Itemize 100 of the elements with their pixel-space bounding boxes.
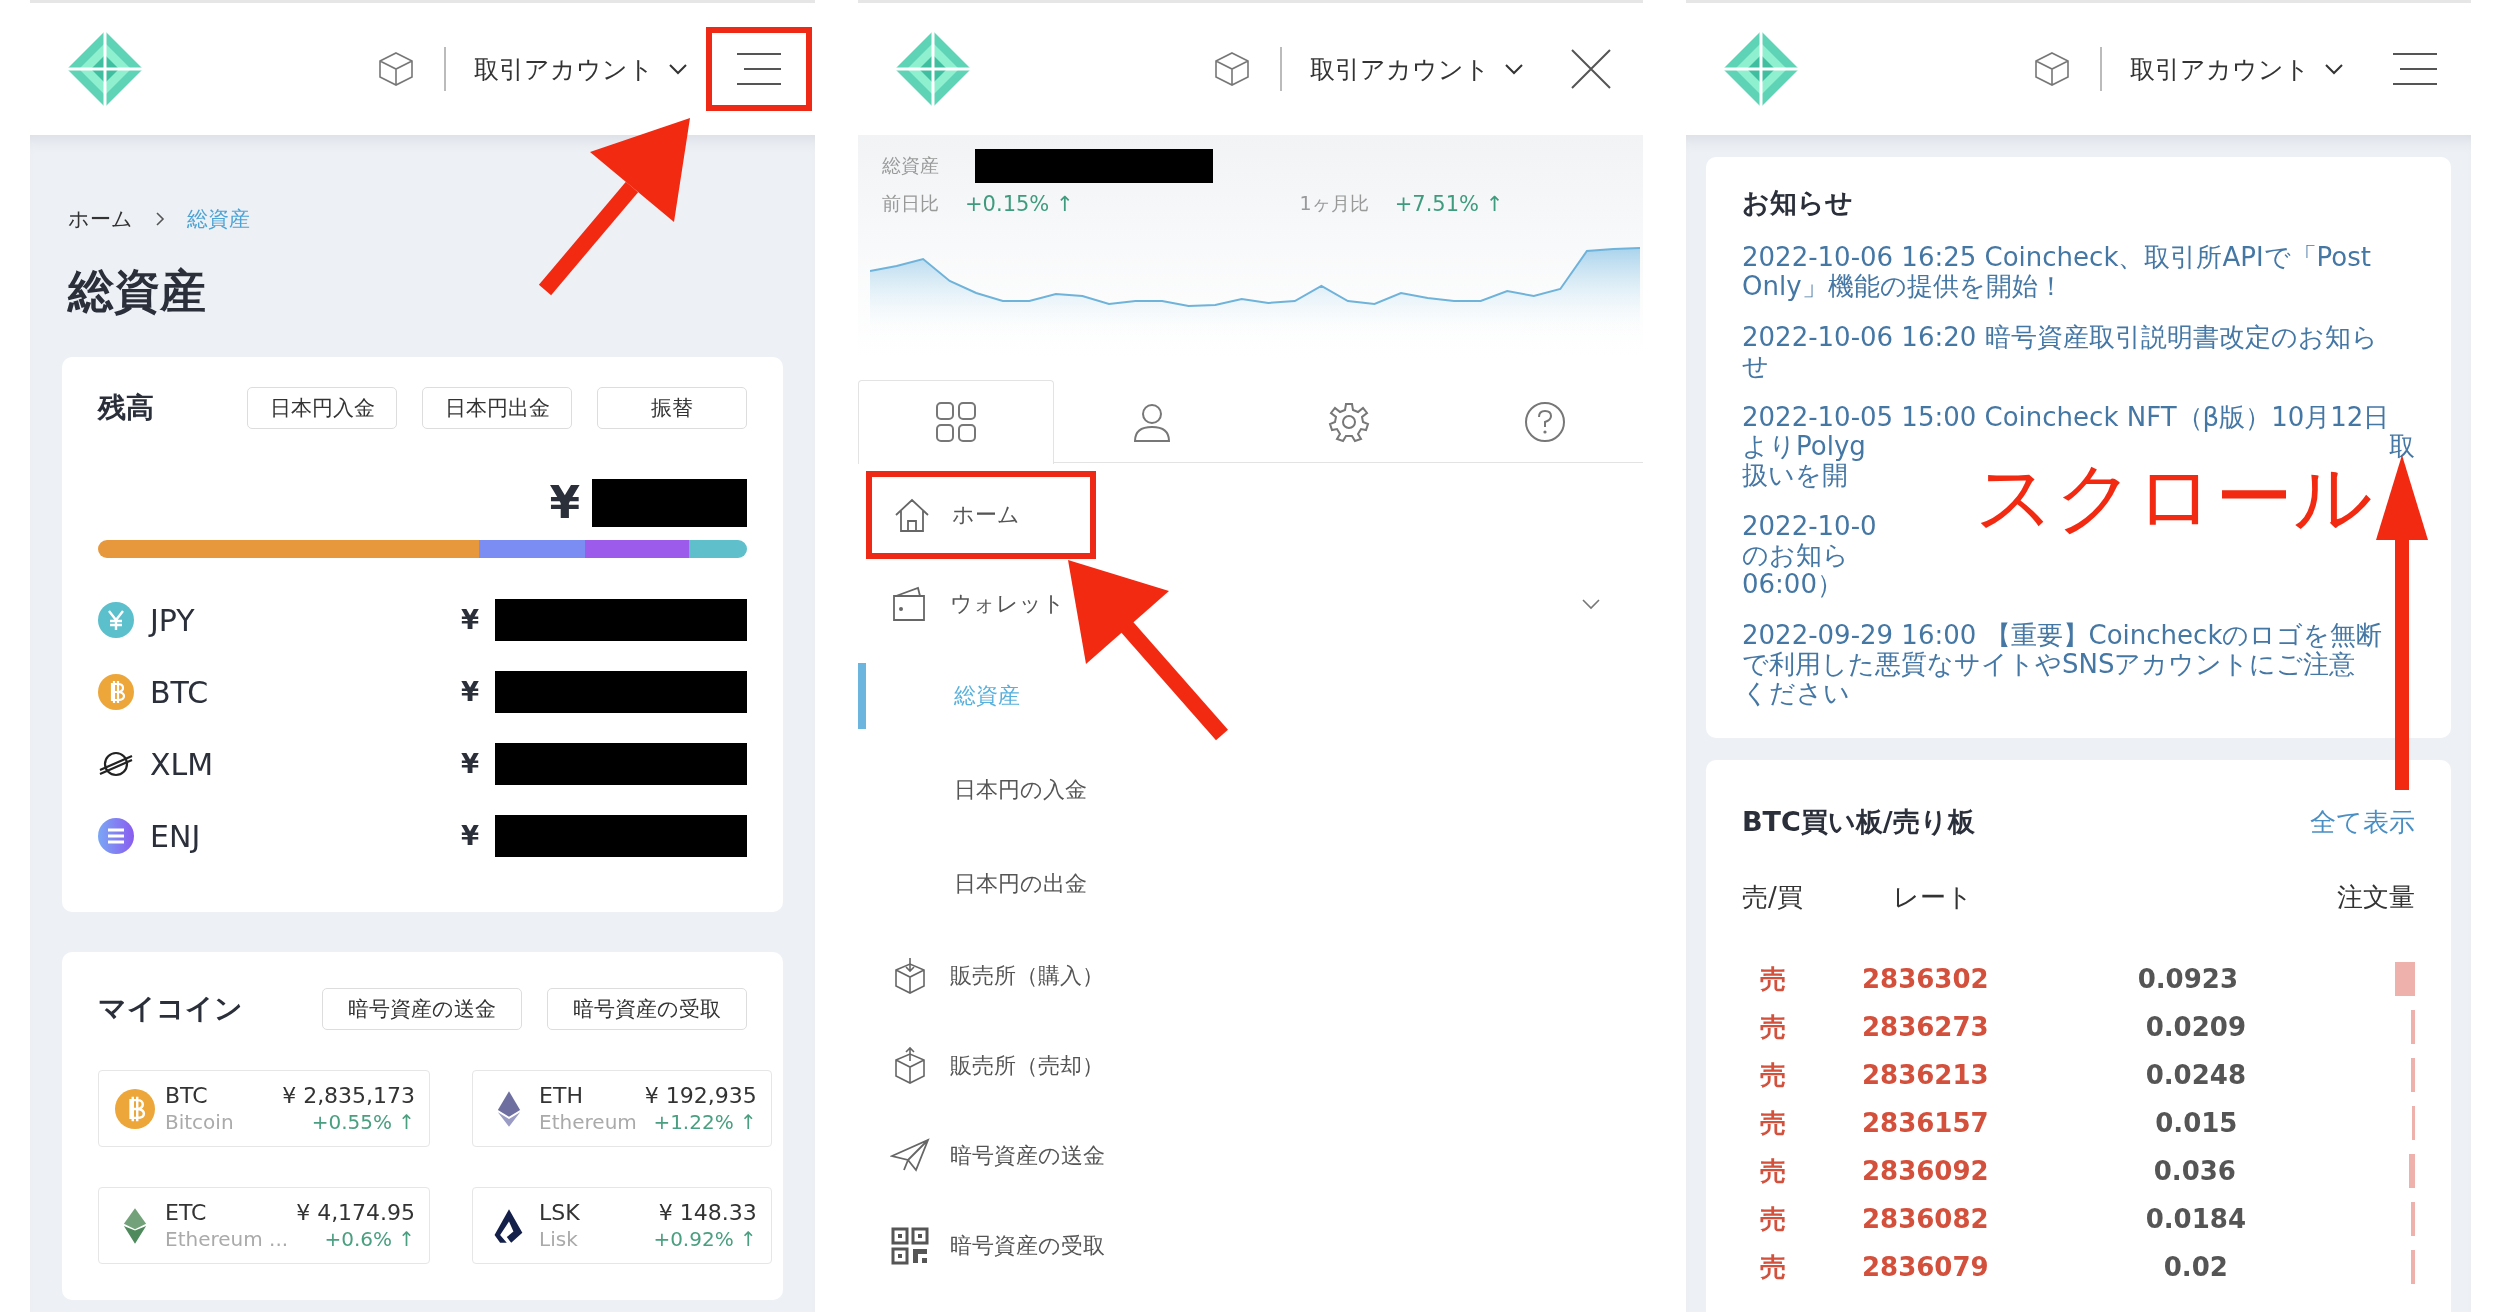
coin-name: Ethereum <box>539 1110 637 1134</box>
column-header: 注文量 <box>2337 881 2415 914</box>
notice-link[interactable]: よりPolyg <box>1742 432 1866 461</box>
chevron-right-icon <box>155 211 165 227</box>
help-icon <box>1523 400 1566 443</box>
coin-symbol: BTC <box>165 1083 209 1108</box>
cube-icon[interactable] <box>376 49 416 89</box>
enjin-icon <box>98 818 134 854</box>
table-cell: 2836092 <box>1862 1156 1989 1186</box>
page-title: 総資産 <box>68 263 207 320</box>
column-header: レート <box>1892 881 1973 914</box>
action-button[interactable]: 日本円入金 <box>247 387 397 429</box>
coin-price: ¥ 192,935 <box>644 1083 757 1108</box>
menu-icon <box>2390 51 2440 87</box>
notice-link[interactable]: 2022-10-06 16:25 Coincheck、取引所APIで「Post <box>1742 243 2371 272</box>
depth-bar <box>2411 1202 2415 1236</box>
notice-link[interactable]: のお知ら <box>1742 541 1849 570</box>
table-cell: 0.0209 <box>2145 1012 2246 1042</box>
menu-button[interactable] <box>706 27 812 111</box>
coin-price: ¥ 4,174.95 <box>296 1200 416 1225</box>
notice-link[interactable]: 2022-09-29 16:00 【重要】Coincheckのロゴを無断 <box>1742 621 2383 650</box>
yen-sign: ¥ <box>460 677 479 707</box>
notice-link[interactable]: 06:00） <box>1742 570 1843 599</box>
currency-symbol: BTC <box>150 674 210 710</box>
coin-price: ¥ 148.33 <box>657 1200 757 1225</box>
notice-link[interactable]: せ <box>1742 352 1769 381</box>
coin-symbol: LSK <box>539 1200 580 1225</box>
table-cell-text: 売 <box>1759 1202 1787 1236</box>
action-button[interactable]: 日本円出金 <box>422 387 572 429</box>
qr-code-icon <box>890 1226 930 1266</box>
card-title: マイコイン <box>98 991 243 1027</box>
logo-icon <box>65 29 145 109</box>
icon-tab[interactable] <box>858 380 1055 464</box>
menu-item[interactable]: 販売所（売却） <box>858 1021 1643 1111</box>
table-cell: 0.0923 <box>2137 964 2238 994</box>
currency-symbol: JPY <box>150 602 196 638</box>
table-cell-text: 売 <box>1759 1010 1787 1044</box>
coin-tile[interactable]: BTC ¥ 2,835,173 Bitcoin +0.55% ↑ <box>98 1070 431 1147</box>
coin-tile[interactable]: ETC ¥ 4,174.95 Ethereum ... +0.6% ↑ <box>98 1187 431 1264</box>
table-cell: 0.02 <box>2163 1252 2228 1282</box>
coin-tile[interactable]: LSK ¥ 148.33 Lisk +0.92% ↑ <box>472 1187 772 1264</box>
bitcoin-icon <box>98 674 134 710</box>
cube-icon[interactable] <box>2032 49 2072 89</box>
notice-link[interactable]: 2022-10-0 <box>1742 512 1877 541</box>
submenu-item[interactable]: 日本円の入金 <box>858 743 1643 837</box>
account-dropdown[interactable]: 取引アカウント <box>2130 52 2344 86</box>
coin-price: ¥ 2,835,173 <box>281 1083 416 1108</box>
depth-bar <box>2395 962 2415 996</box>
notice-link[interactable]: 2022-10-05 15:00 Coincheck NFT（β版）10月12日 <box>1742 403 2390 432</box>
notice-link[interactable]: ください <box>1742 679 1850 708</box>
chevron-down-icon <box>1504 63 1524 75</box>
summary-label: 前日比 <box>882 191 939 216</box>
table-cell-text: 売 <box>1759 1106 1787 1140</box>
table-cell: 2836273 <box>1862 1012 1989 1042</box>
table-cell: 2836082 <box>1862 1204 1989 1234</box>
bitcoin-icon <box>115 1088 155 1129</box>
coin-name: Lisk <box>539 1227 579 1251</box>
menu-item[interactable]: 販売所（購入） <box>858 931 1643 1021</box>
action-button[interactable]: 振替 <box>597 387 747 429</box>
depth-bar <box>2411 1250 2415 1284</box>
menu-item[interactable]: 暗号資産の送金 <box>858 1111 1643 1201</box>
table-cell: 2836079 <box>1862 1252 1989 1282</box>
submenu-item[interactable]: 日本円の出金 <box>858 837 1643 931</box>
yen-sign: ¥ <box>460 605 479 635</box>
price-change: +0.6% ↑ <box>323 1227 416 1251</box>
notice-link[interactable]: Only」機能の提供を開始！ <box>1742 272 2064 301</box>
depth-bar <box>2409 1154 2415 1188</box>
chevron-down-icon <box>668 63 688 75</box>
notice-link[interactable]: 取 <box>2389 432 2415 461</box>
notice-link[interactable]: 2022-10-06 16:20 暗号資産取引説明書改定のお知ら <box>1742 323 2378 352</box>
action-button[interactable]: 暗号資産の受取 <box>547 988 747 1030</box>
card-title: お知らせ <box>1742 186 1854 220</box>
menu-item[interactable]: 暗号資産の受取 <box>858 1201 1643 1291</box>
currency-symbol: ENJ <box>150 818 202 854</box>
card-title: 残高 <box>98 390 154 426</box>
summary-label: 総資産 <box>882 153 939 178</box>
chevron-down-icon <box>2324 63 2344 75</box>
menu-item[interactable]: ウォレット <box>858 559 1643 649</box>
coin-name: Bitcoin <box>165 1110 234 1134</box>
price-change: +0.15% ↑ <box>965 192 1074 216</box>
notice-link[interactable]: 扱いを開 <box>1742 461 1848 490</box>
column-header: 売/買 <box>1742 881 1803 914</box>
table-cell-text: 売 <box>1759 1058 1787 1092</box>
logo-icon <box>1721 29 1801 109</box>
depth-bar <box>2412 1106 2415 1140</box>
menu-item[interactable]: ホーム <box>866 471 1096 559</box>
account-dropdown[interactable]: 取引アカウント <box>474 52 688 86</box>
yen-sign: ¥ <box>460 821 479 851</box>
yen-coin-icon <box>98 602 134 638</box>
price-change: +1.22% ↑ <box>652 1110 757 1134</box>
action-button[interactable]: 暗号資産の送金 <box>322 988 522 1030</box>
breadcrumb-link[interactable]: ホーム <box>68 205 133 233</box>
cube-icon[interactable] <box>1212 49 1252 89</box>
notice-link[interactable]: で利用した悪質なサイトやSNSアカウントにご注意 <box>1742 650 2356 679</box>
price-change: +0.92% ↑ <box>652 1227 757 1251</box>
table-cell: 0.015 <box>2155 1108 2238 1138</box>
coin-tile[interactable]: ETH ¥ 192,935 Ethereum +1.22% ↑ <box>472 1070 772 1147</box>
price-change: +0.55% ↑ <box>310 1110 416 1134</box>
account-dropdown[interactable]: 取引アカウント <box>1310 52 1524 86</box>
table-cell-text: 売 <box>1759 1154 1787 1188</box>
